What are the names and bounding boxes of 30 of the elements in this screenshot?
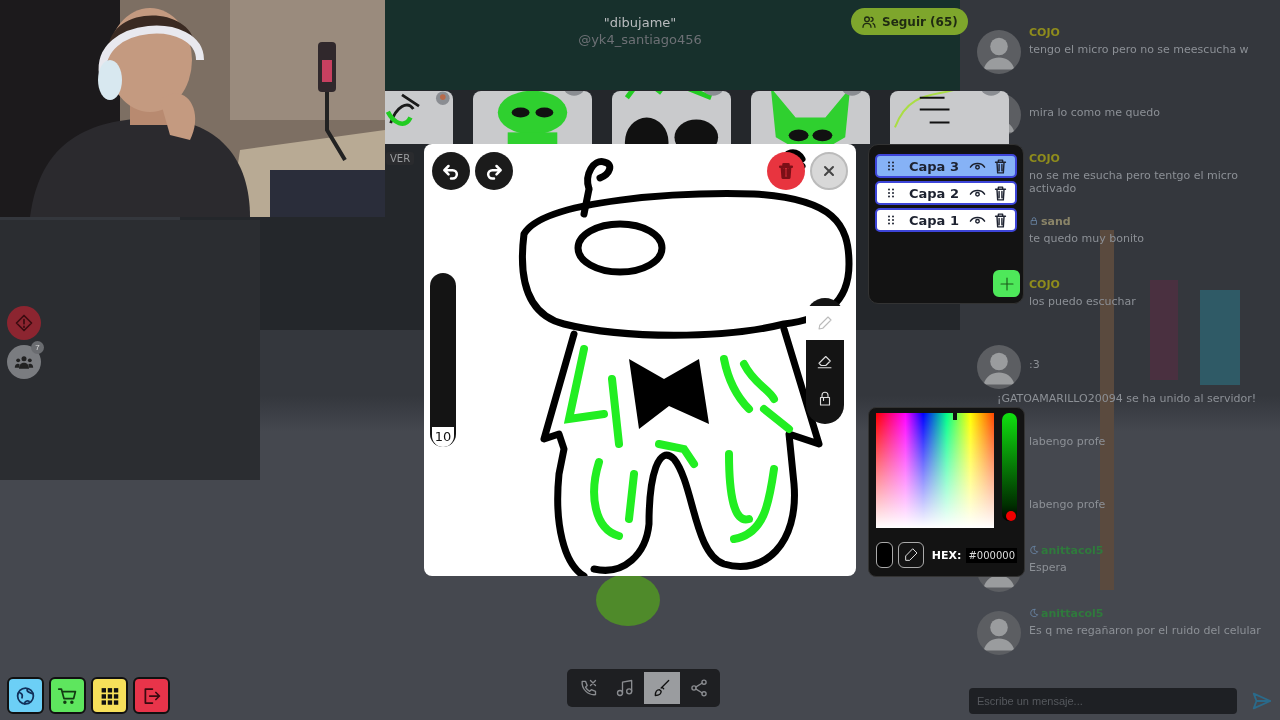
hex-label: HEX: xyxy=(931,548,962,562)
follow-button[interactable]: Seguir (65) xyxy=(851,8,968,35)
message-text: te quedo muy bonito xyxy=(1029,232,1145,245)
message-text: no se me esucha pero tentgo el micro activado xyxy=(1029,169,1239,195)
drawing-canvas[interactable]: 10 xyxy=(424,144,856,576)
layer-name: Capa 2 xyxy=(909,185,960,201)
message-text: mira lo como me quedo xyxy=(1029,106,1161,119)
layer-row[interactable]: Capa 3 xyxy=(875,154,1017,178)
board-title: "dibujame" xyxy=(602,15,678,30)
hex-field[interactable]: #000000 xyxy=(966,547,1017,563)
message-text: los puedo escuchar xyxy=(1029,295,1137,308)
layer-name: Capa 3 xyxy=(909,158,960,174)
author-handle: @yk4_santiago456 xyxy=(577,32,703,47)
username: COJO xyxy=(1029,151,1060,165)
username: sand xyxy=(1041,214,1071,228)
size-slider[interactable]: 10 xyxy=(430,273,456,447)
layer-name: Capa 1 xyxy=(909,212,960,228)
username: COJO xyxy=(1029,277,1060,291)
system-message: ¡GATOAMARILLO20094 se ha unido al servidor! xyxy=(996,392,1258,405)
size-value: 10 xyxy=(432,427,454,447)
message-text: :3 xyxy=(1029,358,1041,371)
layer-row[interactable]: Capa 1 xyxy=(875,208,1017,232)
message-text: labengo profe xyxy=(1029,435,1107,448)
message-text: Espera xyxy=(1029,561,1068,574)
message-text: labengo profe xyxy=(1029,498,1107,511)
message-text: tengo el micro pero no se meescucha w xyxy=(1029,43,1250,56)
tag-label: VER xyxy=(386,152,415,165)
message-text: Es q me regañaron por el ruido del celular xyxy=(1029,624,1262,637)
username: COJO xyxy=(1029,25,1060,39)
layer-row[interactable]: Capa 2 xyxy=(875,181,1017,205)
